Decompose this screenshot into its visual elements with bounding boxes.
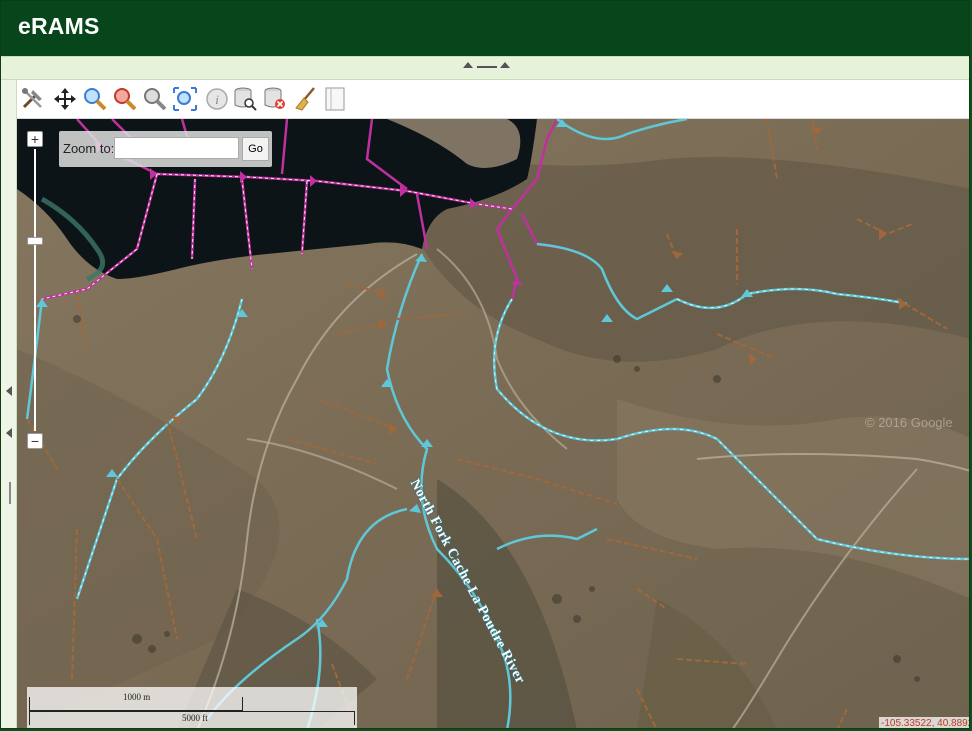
zoom-track[interactable] [34, 149, 36, 431]
zoom-thumb[interactable] [27, 237, 43, 245]
grip-bar [477, 66, 497, 68]
zoom-out-icon[interactable] [111, 84, 139, 114]
scale-bar: 1000 m 5000 ft [27, 687, 357, 728]
zoom-in-button[interactable]: + [27, 131, 43, 147]
map-watermark: © 2016 Google [865, 415, 953, 430]
svg-text:i: i [215, 92, 219, 107]
zoom-out-button[interactable]: − [27, 433, 43, 449]
remove-layer-icon[interactable] [261, 84, 289, 114]
collapse-left-icon[interactable] [6, 428, 12, 438]
app-header: eRAMS [1, 1, 969, 56]
layer-query-icon[interactable] [231, 84, 259, 114]
panel-splitter[interactable] [1, 56, 969, 80]
zoom-go-button[interactable]: Go [242, 137, 269, 161]
app-window: eRAMS i North Fork Cache La Poudre River… [0, 0, 970, 729]
collapse-up-icon[interactable] [500, 62, 510, 68]
tools-icon[interactable] [19, 84, 47, 114]
zoom-to-panel: Zoom to: Go [59, 131, 272, 167]
map-toolbar: i [17, 80, 969, 119]
zoom-to-label: Zoom to: [63, 141, 115, 156]
panel-toggle-icon[interactable] [321, 84, 349, 114]
cursor-coordinates: -105.33522, 40.88920 [879, 717, 970, 729]
zoom-to-input[interactable] [114, 137, 239, 159]
zoom-slider[interactable]: + − [25, 131, 45, 451]
map-canvas[interactable]: North Fork Cache La Poudre River © 2016 … [17, 119, 970, 729]
zoom-previous-icon[interactable] [141, 84, 169, 114]
pan-icon[interactable] [51, 84, 79, 114]
app-title: eRAMS [18, 13, 100, 39]
splitter-grip[interactable] [463, 60, 513, 72]
scale-label-imperial: 5000 ft [182, 713, 208, 723]
zoom-extent-icon[interactable] [171, 84, 199, 114]
left-panel-splitter[interactable] [1, 80, 17, 728]
collapse-up-icon[interactable] [463, 62, 473, 68]
collapse-left-icon[interactable] [6, 386, 12, 396]
zoom-in-icon[interactable] [81, 84, 109, 114]
info-icon[interactable]: i [203, 84, 231, 114]
grip-bar [9, 482, 11, 504]
scale-label-metric: 1000 m [123, 692, 151, 702]
clear-broom-icon[interactable] [291, 84, 319, 114]
